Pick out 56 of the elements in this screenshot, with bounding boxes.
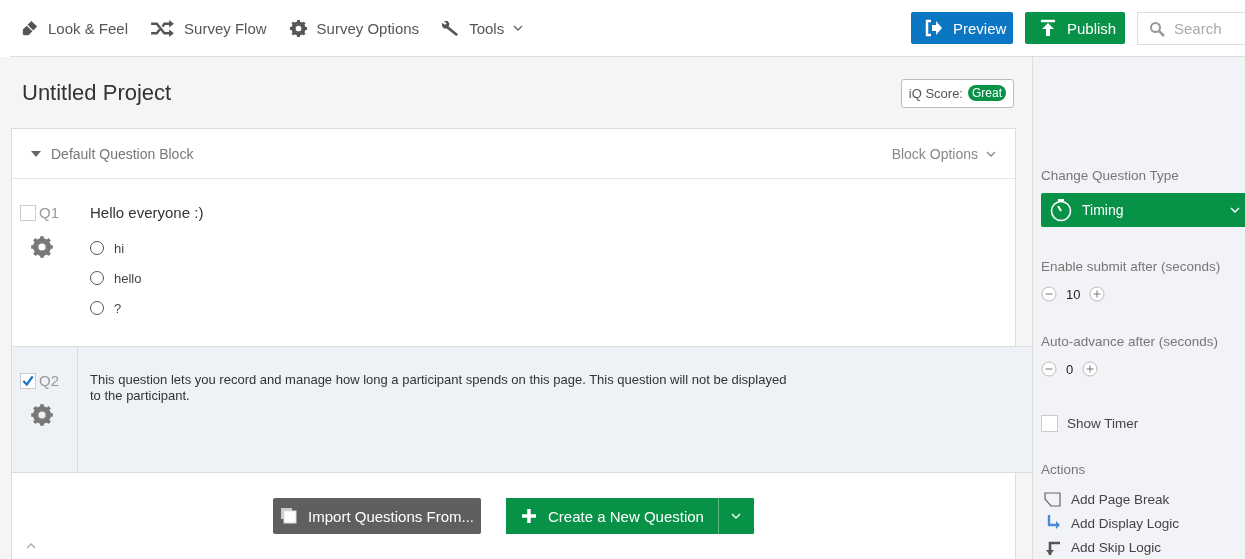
- action-link[interactable]: Add Page Break: [1041, 487, 1245, 511]
- chevron-down-icon: [1230, 207, 1240, 213]
- plus-button[interactable]: [1089, 286, 1106, 302]
- search-icon: [1149, 20, 1165, 37]
- toolbar-menu-item[interactable]: Tools: [441, 18, 524, 38]
- iq-score-badge[interactable]: iQ Score: Great: [900, 78, 1014, 108]
- gear-icon[interactable]: [30, 235, 54, 259]
- caret-icon[interactable]: [31, 150, 41, 157]
- question-number: Q2: [39, 372, 59, 389]
- number-value: 0: [1066, 361, 1074, 377]
- choice-label: ?: [114, 300, 122, 316]
- project-title: Untitled Project: [21, 80, 172, 106]
- exit-arrow-icon: [925, 19, 943, 37]
- stopwatch-icon: [1049, 198, 1073, 222]
- question-text: Hello everyone :): [90, 204, 204, 221]
- plus-button[interactable]: [1082, 361, 1099, 377]
- section-label: Actions: [1041, 462, 1087, 477]
- toolbar-menu-item[interactable]: Survey Options: [288, 18, 420, 38]
- chevron-down-icon: [986, 150, 996, 157]
- number-value: 10: [1066, 286, 1081, 302]
- block-title: Default Question Block: [51, 145, 194, 162]
- block-options-menu[interactable]: Block Options: [891, 145, 996, 162]
- create-question-button[interactable]: Create a New Question: [506, 498, 719, 534]
- toolbar-menu-item[interactable]: Look & Feel: [20, 18, 129, 38]
- section-label: Change Question Type: [1041, 168, 1180, 183]
- shuffle-icon: [150, 18, 176, 38]
- chevron-up-icon[interactable]: [26, 543, 36, 549]
- action-link[interactable]: Add Display Logic: [1041, 511, 1245, 535]
- preview-button[interactable]: Preview: [911, 12, 1013, 44]
- show-timer-checkbox[interactable]: [1041, 415, 1058, 432]
- question-checkbox[interactable]: [20, 372, 36, 389]
- gear-icon: [288, 18, 308, 38]
- minus-button[interactable]: [1041, 361, 1057, 377]
- field-label: Auto-advance after (seconds): [1041, 334, 1220, 349]
- gear-icon[interactable]: [30, 403, 54, 427]
- page-break-icon: [1044, 490, 1062, 508]
- import-questions-button[interactable]: Import Questions From...: [273, 498, 482, 534]
- choice-label: hello: [114, 270, 142, 286]
- copy-icon: [280, 507, 299, 525]
- plus-icon: [520, 507, 539, 525]
- search-field[interactable]: Search: [1137, 11, 1245, 45]
- question-text: This question lets you record and manage how long a participant spends on this page. This question will not be displayed to the participant.: [90, 372, 788, 404]
- upload-arrow-icon: [1039, 19, 1057, 37]
- question-type-dropdown[interactable]: Timing: [1041, 193, 1245, 227]
- question-checkbox[interactable]: [20, 204, 36, 221]
- chevron-down-icon: [731, 513, 742, 519]
- checkbox-label: Show Timer: [1067, 416, 1139, 431]
- choice-label: hi: [114, 240, 125, 256]
- field-label: Enable submit after (seconds): [1041, 259, 1222, 274]
- action-link[interactable]: Add Skip Logic: [1041, 535, 1245, 559]
- question-number: Q1: [39, 204, 59, 221]
- wrench-icon: [441, 18, 461, 38]
- toolbar-menu-item[interactable]: Survey Flow: [150, 18, 267, 38]
- minus-button[interactable]: [1041, 286, 1057, 302]
- brush-icon: [20, 18, 39, 38]
- publish-button[interactable]: Publish: [1025, 12, 1125, 44]
